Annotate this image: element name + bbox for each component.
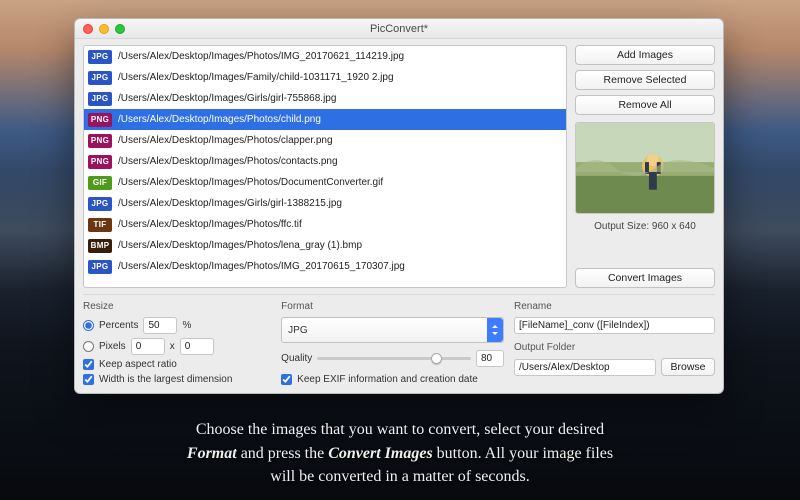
format-selected-value: JPG [288, 325, 307, 336]
preview-image [575, 122, 715, 214]
lower-area: Resize Percents % Pixels x [83, 294, 715, 385]
resize-panel: Resize Percents % Pixels x [83, 301, 271, 385]
titlebar: PicConvert* [75, 19, 723, 39]
keep-exif-label: Keep EXIF information and creation date [297, 374, 478, 385]
rename-label: Rename [514, 301, 715, 312]
file-path: /Users/Alex/Desktop/Images/Photos/ffc.ti… [118, 219, 302, 230]
keep-aspect-checkbox[interactable] [83, 359, 94, 370]
percents-text: Percents [99, 320, 138, 331]
file-path: /Users/Alex/Desktop/Images/Photos/Docume… [118, 177, 383, 188]
list-item[interactable]: PNG/Users/Alex/Desktop/Images/Photos/con… [84, 151, 566, 172]
filetype-badge: GIF [88, 176, 112, 190]
pixels-x: x [170, 341, 175, 352]
percent-sign: % [182, 320, 191, 331]
pixels-height-input[interactable] [180, 338, 214, 355]
browse-button[interactable]: Browse [661, 358, 715, 376]
list-item[interactable]: GIF/Users/Alex/Desktop/Images/Photos/Doc… [84, 172, 566, 193]
app-window: PicConvert* JPG/Users/Alex/Desktop/Image… [74, 18, 724, 394]
percents-radio[interactable] [83, 320, 94, 331]
resize-label: Resize [83, 301, 271, 312]
right-panel: Rename Output Folder Browse [514, 301, 715, 385]
remove-all-button[interactable]: Remove All [575, 95, 715, 115]
upper-area: JPG/Users/Alex/Desktop/Images/Photos/IMG… [83, 45, 715, 288]
pixels-text: Pixels [99, 341, 126, 352]
filetype-badge: PNG [88, 113, 112, 127]
list-item[interactable]: JPG/Users/Alex/Desktop/Images/Photos/IMG… [84, 46, 566, 67]
pixels-radio[interactable] [83, 341, 94, 352]
desktop-background: PicConvert* JPG/Users/Alex/Desktop/Image… [0, 0, 800, 500]
rename-input[interactable] [514, 317, 715, 334]
quality-value-input[interactable] [476, 350, 504, 367]
file-path: /Users/Alex/Desktop/Images/Family/child-… [118, 72, 394, 83]
list-item[interactable]: PNG/Users/Alex/Desktop/Images/Photos/cla… [84, 130, 566, 151]
list-item[interactable]: JPG/Users/Alex/Desktop/Images/Photos/IMG… [84, 256, 566, 277]
file-path: /Users/Alex/Desktop/Images/Photos/child.… [118, 114, 321, 125]
file-path: /Users/Alex/Desktop/Images/Girls/girl-13… [118, 198, 342, 209]
filetype-badge: JPG [88, 260, 112, 274]
filetype-badge: JPG [88, 197, 112, 211]
remove-selected-button[interactable]: Remove Selected [575, 70, 715, 90]
quality-label: Quality [281, 353, 312, 364]
file-path: /Users/Alex/Desktop/Images/Photos/clappe… [118, 135, 333, 146]
list-item[interactable]: JPG/Users/Alex/Desktop/Images/Girls/girl… [84, 193, 566, 214]
list-item[interactable]: TIF/Users/Alex/Desktop/Images/Photos/ffc… [84, 214, 566, 235]
file-path: /Users/Alex/Desktop/Images/Girls/girl-75… [118, 93, 336, 104]
list-item[interactable]: JPG/Users/Alex/Desktop/Images/Family/chi… [84, 67, 566, 88]
keep-aspect-label: Keep aspect ratio [99, 359, 177, 370]
keep-exif-checkbox[interactable] [281, 374, 292, 385]
add-images-button[interactable]: Add Images [575, 45, 715, 65]
list-item[interactable]: PNG/Users/Alex/Desktop/Images/Photos/chi… [84, 109, 566, 130]
width-largest-label: Width is the largest dimension [99, 374, 232, 385]
file-path: /Users/Alex/Desktop/Images/Photos/contac… [118, 156, 338, 167]
file-path: /Users/Alex/Desktop/Images/Photos/IMG_20… [118, 51, 404, 62]
filetype-badge: JPG [88, 92, 112, 106]
window-title: PicConvert* [75, 23, 723, 35]
filetype-badge: BMP [88, 239, 112, 253]
filetype-badge: JPG [88, 50, 112, 64]
format-select[interactable]: JPG [281, 317, 504, 343]
quality-slider[interactable] [317, 357, 471, 360]
filetype-badge: PNG [88, 155, 112, 169]
file-path: /Users/Alex/Desktop/Images/Photos/IMG_20… [118, 261, 405, 272]
window-body: JPG/Users/Alex/Desktop/Images/Photos/IMG… [75, 39, 723, 393]
list-item[interactable]: JPG/Users/Alex/Desktop/Images/Girls/girl… [84, 88, 566, 109]
output-size-label: Output Size: 960 x 640 [575, 221, 715, 232]
output-folder-label: Output Folder [514, 342, 715, 353]
filetype-badge: JPG [88, 71, 112, 85]
width-largest-checkbox[interactable] [83, 374, 94, 385]
list-item[interactable]: BMP/Users/Alex/Desktop/Images/Photos/len… [84, 235, 566, 256]
pixels-width-input[interactable] [131, 338, 165, 355]
file-path: /Users/Alex/Desktop/Images/Photos/lena_g… [118, 240, 362, 251]
format-panel: Format JPG Quality Keep EXIF [281, 301, 504, 385]
convert-images-button[interactable]: Convert Images [575, 268, 715, 288]
output-folder-input[interactable] [514, 359, 656, 376]
file-list[interactable]: JPG/Users/Alex/Desktop/Images/Photos/IMG… [83, 45, 567, 288]
side-panel: Add Images Remove Selected Remove All [575, 45, 715, 288]
format-label: Format [281, 301, 504, 312]
filetype-badge: PNG [88, 134, 112, 148]
chevron-updown-icon [487, 318, 503, 342]
filetype-badge: TIF [88, 218, 112, 232]
percents-input[interactable] [143, 317, 177, 334]
marketing-caption: Choose the images that you want to conve… [0, 418, 800, 488]
